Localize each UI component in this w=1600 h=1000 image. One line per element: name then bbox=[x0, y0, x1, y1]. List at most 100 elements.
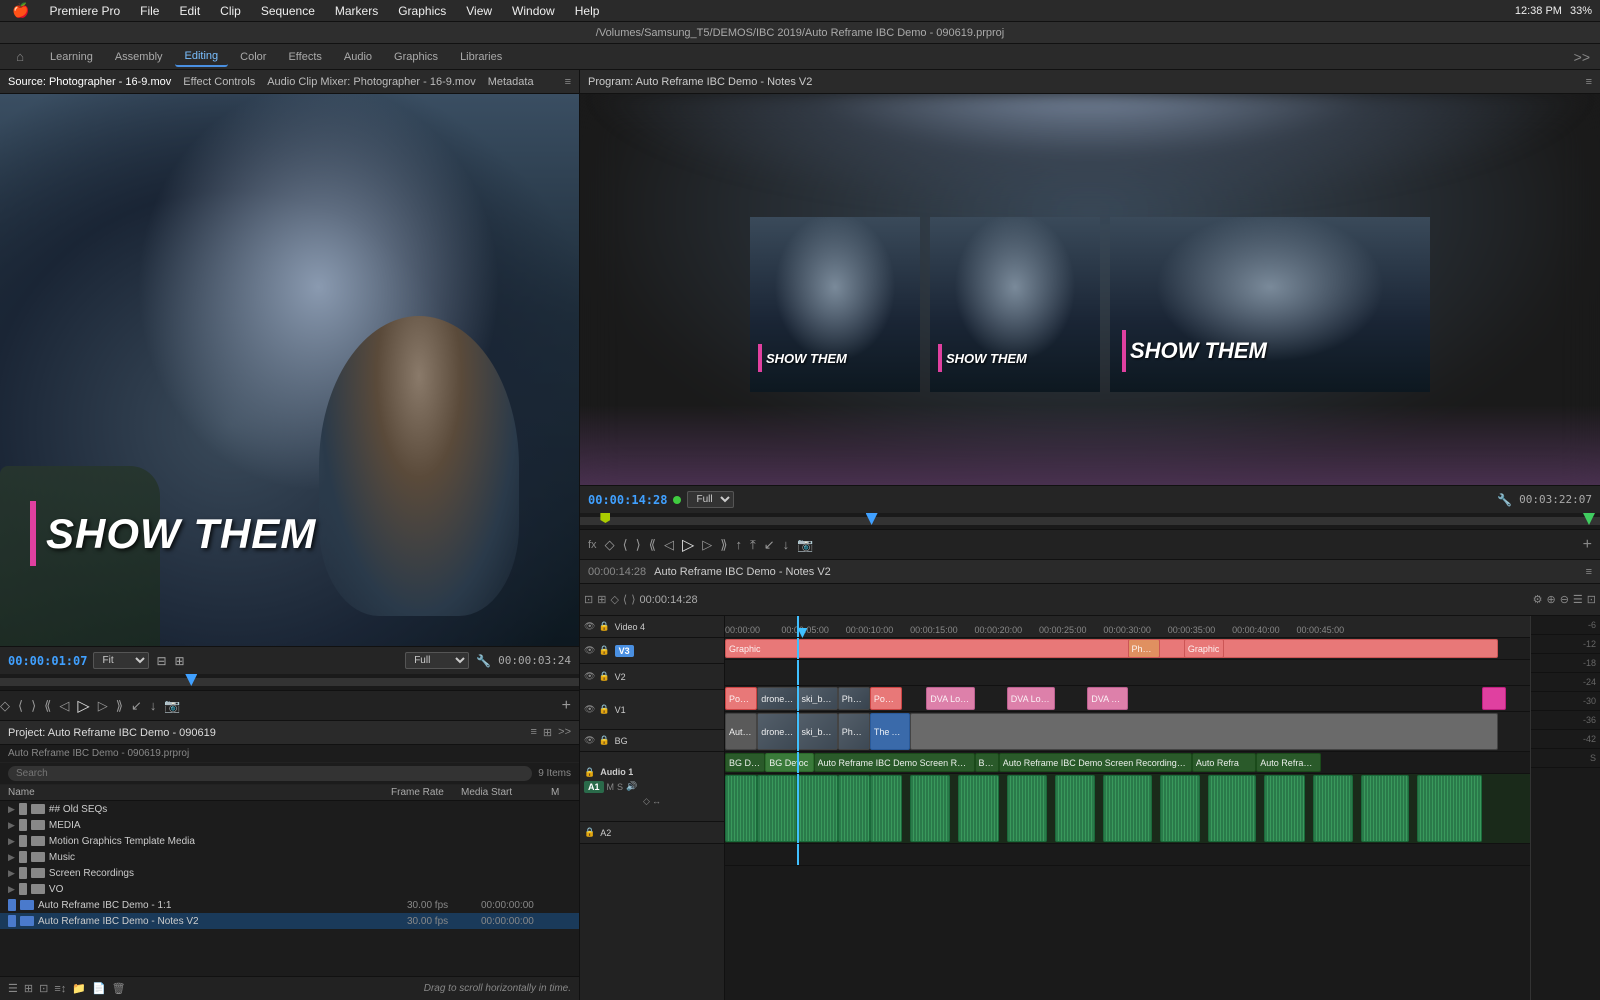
track-eye-v3[interactable]: 👁 bbox=[584, 645, 595, 656]
tab-assembly[interactable]: Assembly bbox=[105, 48, 173, 66]
prog-tb-overwrite[interactable]: ↓ bbox=[783, 537, 790, 552]
proj-tb-new-item[interactable]: 📄 bbox=[92, 982, 106, 995]
tl-clip-powered-2[interactable]: Powered bbox=[870, 687, 902, 710]
menu-sequence[interactable]: Sequence bbox=[257, 4, 319, 18]
tl-clip-audio-14[interactable] bbox=[1313, 775, 1353, 842]
track-eye-bg[interactable]: 👁 bbox=[584, 735, 595, 746]
list-item[interactable]: ▶ MEDIA bbox=[0, 817, 579, 833]
program-menu-icon[interactable]: ≡ bbox=[1586, 76, 1592, 88]
tl-clip-graphic-2[interactable]: Graphic bbox=[1184, 639, 1224, 658]
program-fit-dropdown[interactable]: Full Fit bbox=[687, 491, 734, 508]
track-lock-a1[interactable]: 🔒 bbox=[584, 767, 595, 778]
tab-audio[interactable]: Audio bbox=[334, 48, 382, 66]
source-tb-step-fwd[interactable]: ▷ bbox=[98, 698, 108, 714]
project-icon-2[interactable]: ⊞ bbox=[543, 726, 552, 739]
tl-clip-audio-2[interactable] bbox=[757, 775, 797, 842]
home-button[interactable]: ⌂ bbox=[10, 47, 30, 67]
list-item[interactable]: ▶ Motion Graphics Template Media bbox=[0, 833, 579, 849]
menu-window[interactable]: Window bbox=[508, 4, 559, 18]
track-lock-v2[interactable]: 🔒 bbox=[598, 671, 609, 682]
proj-tb-sort[interactable]: ≡↕ bbox=[54, 983, 66, 995]
tl-clip-v1-ski[interactable]: ski_backflip_sma bbox=[797, 713, 837, 750]
tl-clip-bg-1[interactable]: BG Defoc bbox=[725, 753, 765, 772]
tl-clip-audio-5[interactable] bbox=[870, 775, 902, 842]
source-tab-audio-mixer[interactable]: Audio Clip Mixer: Photographer - 16-9.mo… bbox=[267, 76, 475, 88]
source-tb-insert[interactable]: ↙ bbox=[131, 698, 142, 714]
source-tb-in[interactable]: ⟨ bbox=[18, 698, 23, 714]
timeline-menu-icon[interactable]: ≡ bbox=[1586, 566, 1592, 578]
tl-link-icon[interactable]: ⊞ bbox=[597, 593, 606, 606]
project-icon-3[interactable]: >> bbox=[558, 726, 571, 739]
proj-tb-delete[interactable]: 🗑 bbox=[112, 982, 126, 995]
tab-editing[interactable]: Editing bbox=[175, 47, 229, 67]
list-item[interactable]: ▶ Screen Recordings bbox=[0, 865, 579, 881]
source-tb-marker[interactable]: ◇ bbox=[0, 698, 10, 714]
tl-clip-screen-rec-1[interactable]: Auto Reframe IBC Demo Screen Recording -… bbox=[814, 753, 975, 772]
tl-clip-photographer[interactable]: Photograp bbox=[1128, 639, 1160, 658]
prog-tb-extract[interactable]: ⤒ bbox=[750, 537, 756, 553]
project-search-input[interactable] bbox=[8, 766, 532, 781]
proj-tb-list[interactable]: ☰ bbox=[8, 982, 18, 995]
tab-color[interactable]: Color bbox=[230, 48, 276, 66]
tl-clip-v1-photo[interactable]: Photograp bbox=[838, 713, 870, 750]
tl-clip-bg-4[interactable]: Auto Refra bbox=[1192, 753, 1256, 772]
tl-clip-screen-rec-2[interactable]: Auto Reframe IBC Demo Screen Recording -… bbox=[999, 753, 1192, 772]
tl-clip-v1-blue[interactable]: The Auto R bbox=[870, 713, 910, 750]
track-lock-bg[interactable]: 🔒 bbox=[598, 735, 609, 746]
tl-clip-v1-drone[interactable]: dronesurfing_f bbox=[757, 713, 797, 750]
source-timeline[interactable] bbox=[0, 674, 579, 690]
tl-clip-drone[interactable]: dronesurfing_f bbox=[757, 687, 797, 710]
source-tb-out[interactable]: ⟩ bbox=[31, 698, 36, 714]
tl-clip-audio-9[interactable] bbox=[1055, 775, 1095, 842]
tl-clip-dva-lower-1[interactable]: DVA Lower 3rd bbox=[926, 687, 974, 710]
track-s[interactable]: S bbox=[617, 782, 623, 792]
tl-snap-icon[interactable]: ⊡ bbox=[584, 593, 593, 606]
tl-out[interactable]: ⟩ bbox=[631, 593, 635, 606]
prog-tb-in[interactable]: ⟨ bbox=[623, 537, 628, 553]
source-wrench[interactable]: 🔧 bbox=[476, 654, 491, 668]
source-tb-prev-in[interactable]: ⟪ bbox=[44, 698, 51, 714]
tl-zoom-in[interactable]: ⊕ bbox=[1546, 593, 1555, 606]
tab-graphics[interactable]: Graphics bbox=[384, 48, 448, 66]
tl-clip-audio-8[interactable] bbox=[1007, 775, 1047, 842]
tl-clip-audio-6[interactable] bbox=[910, 775, 950, 842]
tl-clip-audio-1[interactable] bbox=[725, 775, 757, 842]
source-tb-add[interactable]: + bbox=[562, 697, 571, 715]
tl-clip-photo[interactable]: Photograp bbox=[838, 687, 870, 710]
tl-more[interactable]: ⊡ bbox=[1587, 593, 1596, 606]
prog-tb-next-out[interactable]: ⟫ bbox=[720, 537, 727, 553]
track-label-v3[interactable]: V3 bbox=[615, 645, 634, 657]
tl-clip-ski[interactable]: ski_backflip_sma bbox=[797, 687, 837, 710]
tl-clip-dva-lower-2[interactable]: DVA Lower 3rd - one bbox=[1007, 687, 1055, 710]
tab-libraries[interactable]: Libraries bbox=[450, 48, 512, 66]
track-eye-v4[interactable]: 👁 bbox=[584, 621, 595, 632]
track-pan[interactable]: ↔ bbox=[652, 796, 661, 806]
prog-tb-marker[interactable]: ◇ bbox=[605, 537, 615, 553]
tl-clip-powered-1[interactable]: Powered bbox=[725, 687, 757, 710]
menu-file[interactable]: File bbox=[136, 4, 163, 18]
source-tb-camera[interactable]: 📷 bbox=[164, 698, 180, 714]
tl-clip-audio-13[interactable] bbox=[1264, 775, 1304, 842]
tl-clip-audio-3[interactable] bbox=[797, 775, 837, 842]
list-item[interactable]: ▶ Music bbox=[0, 849, 579, 865]
tl-clip-bg-2[interactable]: BG Defoc bbox=[765, 753, 813, 772]
source-panel-menu[interactable]: ≡ bbox=[565, 76, 571, 88]
list-item[interactable]: Auto Reframe IBC Demo - 1:1 30.00 fps 00… bbox=[0, 897, 579, 913]
tl-clip-bg-5[interactable]: Auto Reframe IBC bbox=[1256, 753, 1320, 772]
list-item[interactable]: ▶ VO bbox=[0, 881, 579, 897]
program-timeline[interactable] bbox=[580, 513, 1600, 529]
tl-clip-dva-lower-3[interactable]: DVA Lower 3rd - one bbox=[1087, 687, 1127, 710]
source-tb-step-back[interactable]: ◁ bbox=[59, 698, 69, 714]
prog-tb-insert[interactable]: ↙ bbox=[764, 537, 775, 553]
track-lock-v1[interactable]: 🔒 bbox=[598, 704, 609, 715]
tl-clip-audio-7[interactable] bbox=[958, 775, 998, 842]
program-ctrl-btn[interactable]: 🔧 bbox=[1497, 493, 1512, 507]
list-item[interactable]: Auto Reframe IBC Demo - Notes V2 30.00 f… bbox=[0, 913, 579, 929]
source-tab-source[interactable]: Source: Photographer - 16-9.mov bbox=[8, 76, 171, 88]
source-fit-dropdown[interactable]: Fit 25% 50% 100% bbox=[93, 652, 149, 669]
track-eye-v2[interactable]: 👁 bbox=[584, 671, 595, 682]
prog-tb-play[interactable]: ▷ bbox=[682, 535, 694, 555]
tl-clip-pink-end[interactable] bbox=[1482, 687, 1506, 710]
track-m[interactable]: M bbox=[607, 782, 615, 792]
source-full-dropdown[interactable]: Full Half Quarter bbox=[405, 652, 469, 669]
